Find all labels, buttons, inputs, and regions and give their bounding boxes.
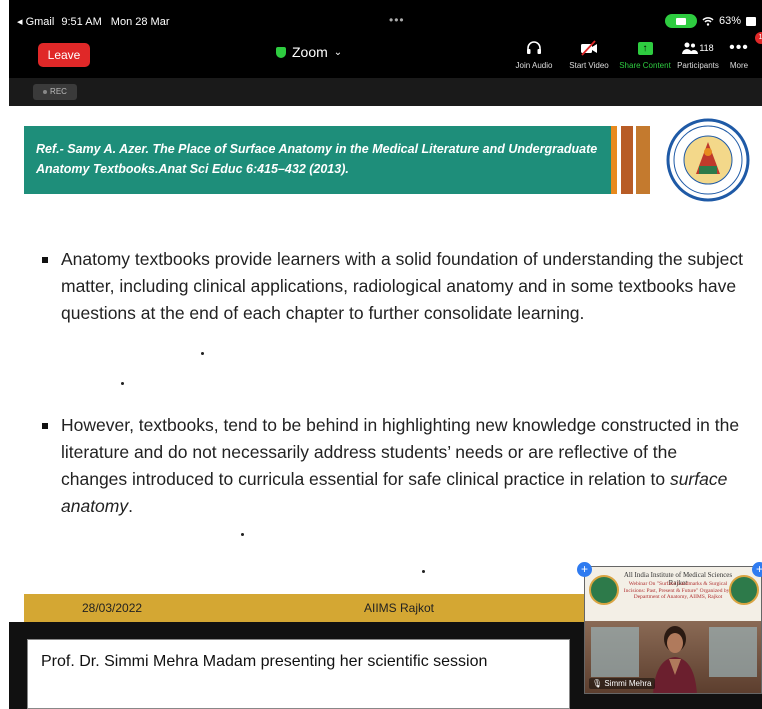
video-off-icon (581, 40, 597, 56)
recording-bar: REC (9, 78, 762, 106)
more-dots-icon: ••• (729, 39, 749, 56)
shared-slide: Ref.- Samy A. Azer. The Place of Surface… (9, 106, 762, 622)
expand-video-button[interactable]: + (577, 562, 592, 577)
footer-date: 28/03/2022 (82, 601, 143, 615)
multitask-dots[interactable]: ••• (389, 13, 405, 27)
back-to-gmail[interactable]: ◂ Gmail (17, 16, 54, 28)
recording-badge[interactable]: REC (33, 84, 77, 100)
camera-in-use-icon (664, 14, 697, 28)
slide-bullet: Anatomy textbooks provide learners with … (36, 246, 746, 327)
status-date: Mon 28 Mar (110, 16, 170, 28)
zoom-toolbar: Leave Zoom ⌄ Join Audio Start Video ↑ Sh… (9, 32, 762, 78)
participants-count: 118 (699, 43, 714, 53)
bullet-text: However, textbooks, tend to be behind in… (61, 415, 740, 489)
status-left: ◂ Gmail 9:51 AM Mon 28 Mar (17, 15, 170, 28)
stray-dot (422, 570, 425, 573)
building-window (709, 627, 757, 677)
stray-dot (201, 352, 204, 355)
video-slide-subtitle: Webinar On "Surface Landmarks & Surgical… (623, 581, 733, 600)
status-time: 9:51 AM (61, 16, 102, 28)
banner-stripe (636, 126, 650, 194)
aiims-logo (589, 575, 619, 605)
participants-icon (682, 42, 699, 54)
shield-icon (276, 46, 286, 58)
building-window (591, 627, 639, 677)
aiims-logo (729, 575, 759, 605)
banner-stripe (621, 126, 633, 194)
stray-dot (241, 533, 244, 536)
reference-banner: Ref.- Samy A. Azer. The Place of Surface… (24, 126, 611, 194)
expand-video-button[interactable]: + (752, 562, 762, 577)
caption-box: Prof. Dr. Simmi Mehra Madam presenting h… (27, 639, 570, 709)
bullet-text: Anatomy textbooks provide learners with … (61, 249, 743, 323)
mic-muted-icon: 🎙 (592, 679, 603, 688)
start-video-label: Start Video (569, 61, 609, 70)
rec-dot-icon (43, 89, 48, 94)
status-right: 63% (664, 14, 756, 28)
battery-percent: 63% (718, 15, 741, 27)
more-button[interactable]: ••• 1 More (713, 32, 762, 70)
battery-icon (746, 16, 756, 26)
meeting-title-dropdown[interactable]: Zoom ⌄ (276, 44, 342, 60)
stray-dot (121, 382, 124, 385)
speaker-figure (653, 626, 697, 693)
join-audio-label: Join Audio (515, 61, 553, 70)
headphones-icon (527, 41, 541, 54)
rec-label: REC (50, 87, 67, 96)
footer-org: AIIMS Rajkot (364, 601, 435, 615)
aiims-seal-logo (666, 118, 750, 202)
start-video-button[interactable]: Start Video (558, 38, 620, 70)
bullet-end: . (128, 496, 133, 516)
speaker-name: Simmi Mehra (604, 679, 652, 688)
slide-bullet: However, textbooks, tend to be behind in… (36, 412, 746, 520)
banner-stripe (611, 126, 617, 194)
bullet-marker (42, 257, 48, 263)
more-badge: 1 (755, 32, 762, 44)
left-frame-edge (0, 0, 9, 709)
speaker-name-label: 🎙 Simmi Mehra (589, 678, 655, 689)
share-arrow-icon: ↑ (637, 41, 653, 55)
chevron-down-icon: ⌄ (333, 46, 343, 58)
leave-button[interactable]: Leave (38, 43, 90, 67)
app-title: Zoom (292, 44, 328, 60)
slide-footer: 28/03/2022 AIIMS Rajkot (24, 594, 614, 622)
ios-status-bar: ◂ Gmail 9:51 AM Mon 28 Mar ••• 63% (9, 12, 762, 32)
join-audio-button[interactable]: Join Audio (503, 38, 565, 70)
more-label: More (729, 61, 749, 70)
speaker-video-tile[interactable]: All India Institute of Medical Sciences … (584, 566, 762, 694)
wifi-icon (702, 17, 714, 26)
video-background-slide: All India Institute of Medical Sciences … (585, 567, 761, 621)
zoom-screen: ◂ Gmail 9:51 AM Mon 28 Mar ••• 63% Leave… (0, 0, 762, 709)
bullet-marker (42, 423, 48, 429)
